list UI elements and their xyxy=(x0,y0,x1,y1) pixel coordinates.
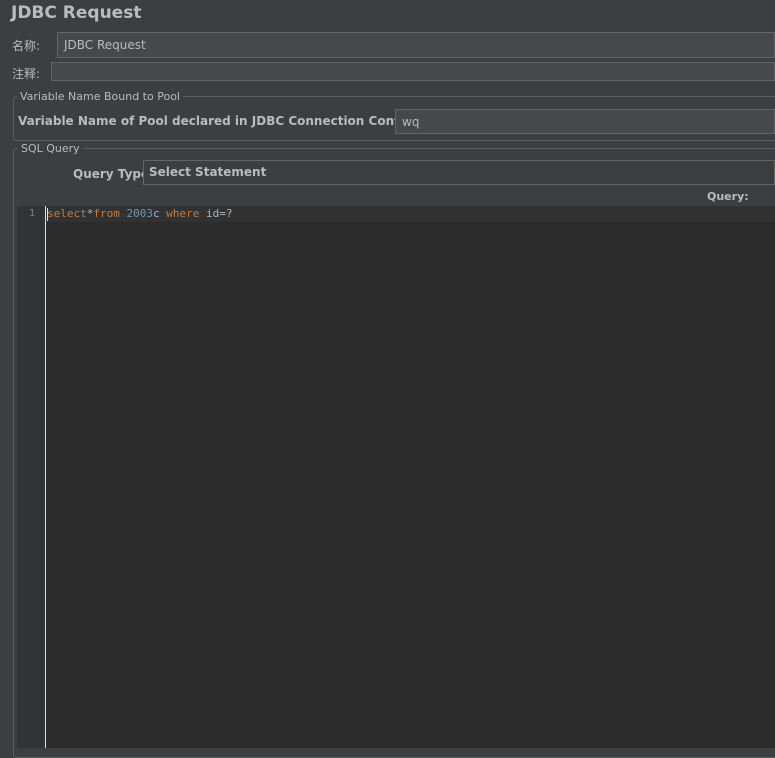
name-field[interactable]: JDBC Request xyxy=(57,32,775,58)
name-label: 名称: xyxy=(12,39,41,53)
sql-token-keyword: select xyxy=(47,207,87,220)
sql-token-plain xyxy=(120,207,127,220)
query-label: Query: xyxy=(707,190,749,203)
code-line[interactable]: select*from 2003c where id=? xyxy=(47,206,775,222)
pool-name-field[interactable]: wq xyxy=(395,109,775,134)
comment-label: 注释: xyxy=(12,67,41,81)
sql-token-plain: id=? xyxy=(199,207,233,220)
line-number: 1 xyxy=(28,208,35,219)
sql-query-section-legend: SQL Query xyxy=(18,142,83,155)
sql-token-keyword: where xyxy=(166,207,200,220)
query-type-label: Query Type: xyxy=(73,167,154,181)
page-title: JDBC Request xyxy=(11,3,142,23)
sql-token-keyword: from xyxy=(93,207,120,220)
query-type-select[interactable]: Select Statement xyxy=(143,160,775,185)
comment-field[interactable] xyxy=(51,62,775,81)
pool-section-legend: Variable Name Bound to Pool xyxy=(17,90,183,103)
sql-token-number: 2003 xyxy=(126,207,154,220)
editor-gutter: 1 xyxy=(17,206,46,748)
sql-token-plain: c xyxy=(153,207,167,220)
sql-editor[interactable]: 1 select*from 2003c where id=? xyxy=(17,206,775,748)
